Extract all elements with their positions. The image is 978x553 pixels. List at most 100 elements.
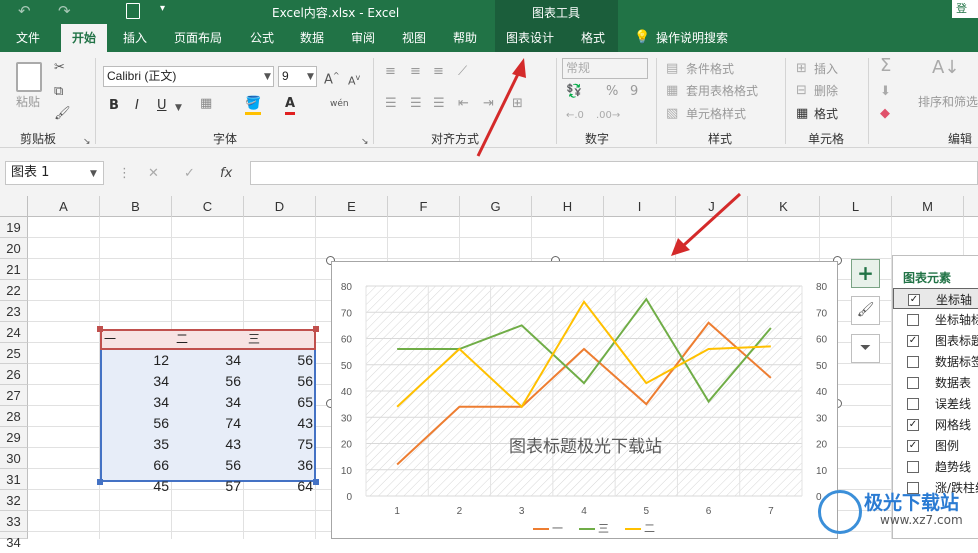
row-header[interactable]: 30 [0, 448, 28, 469]
chart-element-option[interactable]: ✓ 坐标轴 [893, 288, 978, 309]
table-cell[interactable]: 43 [172, 434, 244, 455]
checkbox[interactable] [907, 377, 919, 389]
table-cell[interactable]: 66 [100, 455, 172, 476]
enter-icon[interactable]: ✓ [184, 166, 195, 182]
chart-title[interactable]: 图表标题极光下载站 [332, 432, 839, 457]
chart-elements-button[interactable]: + [851, 259, 880, 288]
table-cell[interactable]: 56 [172, 455, 244, 476]
row-header[interactable]: 31 [0, 469, 28, 490]
paste-button[interactable]: 粘贴 [16, 94, 40, 110]
checkbox[interactable] [907, 398, 919, 410]
table-cell[interactable]: 56 [244, 350, 316, 371]
column-header[interactable]: C [172, 196, 244, 217]
chart-filters-button[interactable]: ⏷ [851, 334, 880, 363]
row-header[interactable]: 25 [0, 343, 28, 364]
column-header[interactable]: I [604, 196, 676, 217]
row-header[interactable]: 28 [0, 406, 28, 427]
table-cell[interactable]: 35 [100, 434, 172, 455]
table-cell[interactable]: 34 [100, 392, 172, 413]
line-chart[interactable]: 0 0 10 10 20 20 30 30 40 40 50 50 60 60 70 70 80 80 1 2 3 4 5 6… [331, 261, 838, 539]
conditional-format-button[interactable]: 条件格式 [686, 61, 734, 77]
percent-button[interactable]: % [606, 84, 618, 100]
checkbox[interactable] [907, 314, 919, 326]
tab-home[interactable]: 开始 [61, 24, 107, 52]
table-cell[interactable]: 74 [172, 413, 244, 434]
legend-item[interactable]: 二 [625, 520, 655, 536]
checkbox[interactable]: ✓ [907, 335, 919, 347]
clear-icon[interactable]: ◆ [880, 106, 890, 122]
table-cell[interactable]: 34 [172, 392, 244, 413]
orientation-icon[interactable]: ⟋ [458, 64, 467, 80]
table-cell[interactable]: 34 [172, 350, 244, 371]
format-cells-button[interactable]: 格式 [814, 106, 838, 122]
chart-styles-button[interactable]: 🖌 [851, 296, 880, 325]
chart-element-option[interactable]: 数据标签 [893, 351, 978, 372]
chart-element-option[interactable]: ✓ 图例 [893, 435, 978, 456]
fill-icon[interactable]: ⬇ [880, 84, 891, 100]
italic-button[interactable]: I [135, 98, 139, 114]
font-color-icon[interactable]: A [285, 96, 296, 115]
column-header[interactable]: L [820, 196, 892, 217]
tab-data[interactable]: 数据 [290, 24, 334, 52]
align-center-icon[interactable]: ☰ [410, 96, 422, 112]
delete-cells-button[interactable]: 删除 [814, 83, 838, 99]
column-header[interactable]: G [460, 196, 532, 217]
tab-file[interactable]: 文件 [5, 24, 51, 52]
table-cell[interactable]: 65 [244, 392, 316, 413]
legend-item[interactable]: 一 [533, 520, 563, 536]
table-cell[interactable]: 12 [100, 350, 172, 371]
table-header-cell[interactable]: 三 [246, 329, 316, 350]
column-header[interactable]: M [892, 196, 964, 217]
autosum-icon[interactable]: Σ [880, 57, 891, 75]
column-header[interactable]: A [28, 196, 100, 217]
legend-item[interactable]: 三 [579, 520, 609, 536]
table-header-cell[interactable]: 二 [174, 329, 244, 350]
format-as-table-button[interactable]: 套用表格格式 [686, 83, 758, 99]
currency-icon[interactable]: 💱 [566, 84, 582, 100]
table-cell[interactable]: 75 [244, 434, 316, 455]
phonetic-button[interactable]: wén [330, 96, 349, 112]
table-cell[interactable]: 56 [172, 371, 244, 392]
row-header[interactable]: 29 [0, 427, 28, 448]
format-cells-icon[interactable]: ▦ [796, 106, 808, 122]
select-all-corner[interactable] [0, 196, 28, 217]
table-cell[interactable]: 45 [100, 476, 172, 497]
delete-cells-icon[interactable]: ⊟ [796, 83, 807, 99]
format-as-table-icon[interactable]: ▦ [666, 83, 678, 99]
checkbox[interactable] [907, 356, 919, 368]
row-header[interactable]: 26 [0, 364, 28, 385]
undo-icon[interactable]: ↶ [18, 2, 31, 20]
chart-element-option[interactable]: 数据表 [893, 372, 978, 393]
row-header[interactable]: 32 [0, 490, 28, 511]
column-header[interactable]: E [316, 196, 388, 217]
table-cell[interactable]: 34 [100, 371, 172, 392]
row-header[interactable]: 19 [0, 217, 28, 238]
checkbox[interactable]: ✓ [908, 294, 920, 306]
comma-style-button[interactable]: 9 [630, 84, 638, 100]
align-left-icon[interactable]: ☰ [385, 96, 397, 112]
insert-function-icon[interactable]: fx [220, 166, 232, 182]
column-header[interactable]: K [748, 196, 820, 217]
row-header[interactable]: 23 [0, 301, 28, 322]
align-top-icon[interactable]: ≡ [385, 64, 396, 80]
bold-button[interactable]: B [109, 98, 119, 114]
increase-indent-icon[interactable]: ⇥ [483, 96, 494, 112]
checkbox[interactable]: ✓ [907, 440, 919, 452]
number-format-select[interactable]: 常规 [562, 58, 648, 79]
customize-qat-icon[interactable]: ▾ [160, 3, 165, 14]
align-right-icon[interactable]: ☰ [433, 96, 445, 112]
column-header[interactable]: J [676, 196, 748, 217]
row-header[interactable]: 27 [0, 385, 28, 406]
checkbox[interactable]: ✓ [907, 419, 919, 431]
cancel-icon[interactable]: ✕ [148, 166, 159, 182]
row-header[interactable]: 34 [0, 532, 28, 550]
table-header-cell[interactable]: 一 [102, 329, 172, 350]
row-header[interactable]: 24 [0, 322, 28, 343]
align-middle-icon[interactable]: ≡ [410, 64, 421, 80]
row-header[interactable]: 22 [0, 280, 28, 301]
decrease-font-icon[interactable]: Av [348, 70, 360, 90]
conditional-format-icon[interactable]: ▤ [666, 61, 678, 77]
checkbox[interactable] [907, 461, 919, 473]
column-header[interactable]: D [244, 196, 316, 217]
chart-element-option[interactable]: 趋势线 [893, 456, 978, 477]
